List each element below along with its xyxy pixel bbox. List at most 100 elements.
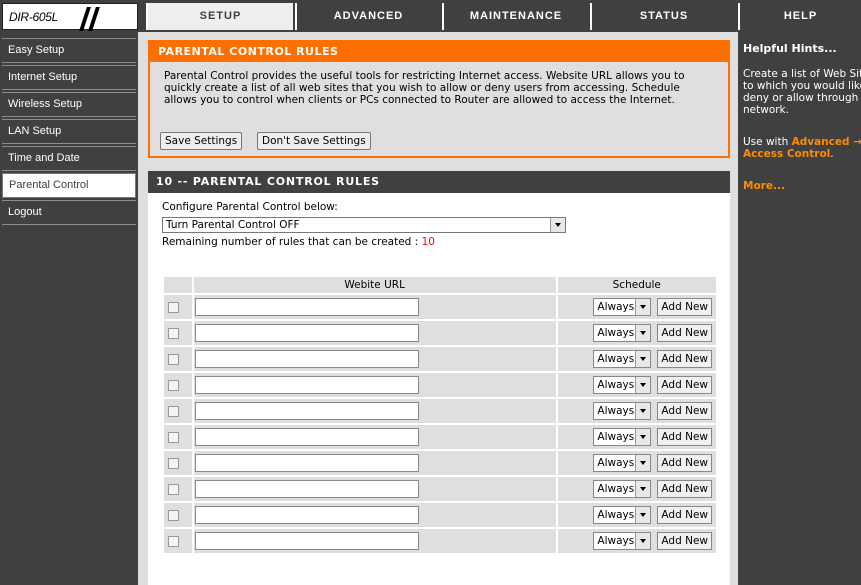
chevron-down-icon[interactable] (635, 507, 651, 523)
rule-enable-checkbox[interactable] (168, 405, 179, 417)
rule-checkbox-cell (164, 425, 192, 449)
table-header-checkbox (164, 277, 192, 293)
rule-enable-checkbox[interactable] (168, 535, 179, 547)
rule-checkbox-cell (164, 503, 192, 527)
tab-maintenance[interactable]: MAINTENANCE (442, 3, 588, 30)
schedule-select[interactable]: Always (593, 350, 652, 368)
chevron-down-icon[interactable] (635, 429, 651, 445)
rule-schedule-cell: Always Add New (557, 451, 716, 475)
add-new-schedule-button[interactable]: Add New (657, 402, 712, 420)
schedule-select[interactable]: Always (593, 454, 652, 472)
chevron-down-icon[interactable] (635, 377, 651, 393)
website-url-input[interactable] (194, 298, 419, 316)
table-row: Always Add New (164, 503, 716, 527)
rule-enable-checkbox[interactable] (168, 483, 179, 495)
rule-enable-checkbox[interactable] (168, 457, 179, 469)
schedule-value: Always (597, 483, 635, 495)
schedule-select[interactable]: Always (593, 532, 652, 550)
rule-enable-checkbox[interactable] (168, 379, 179, 391)
website-url-input[interactable] (194, 402, 419, 420)
website-url-input[interactable] (194, 480, 419, 498)
rule-schedule-cell: Always Add New (557, 347, 716, 371)
chevron-down-icon[interactable] (635, 299, 651, 315)
chevron-down-icon[interactable] (635, 455, 651, 471)
add-new-schedule-button[interactable]: Add New (657, 506, 712, 524)
add-new-schedule-button[interactable]: Add New (657, 350, 712, 368)
rule-url-cell (193, 425, 556, 449)
more-link[interactable]: More... (743, 180, 861, 192)
intro-description: Parental Control provides the useful too… (164, 70, 685, 106)
rule-schedule-cell: Always Add New (557, 399, 716, 423)
rule-url-cell (193, 373, 556, 397)
chevron-down-icon[interactable] (635, 325, 651, 341)
website-url-input[interactable] (194, 350, 419, 368)
rule-enable-checkbox[interactable] (168, 301, 179, 313)
tab-help[interactable]: HELP (738, 3, 861, 30)
intro-title: PARENTAL CONTROL RULES (150, 42, 728, 62)
schedule-select[interactable]: Always (593, 480, 652, 498)
rule-url-cell (193, 295, 556, 319)
sidebar-item-lan-setup[interactable]: LAN Setup (2, 119, 136, 144)
schedule-select[interactable]: Always (593, 506, 652, 524)
rule-enable-checkbox[interactable] (168, 353, 179, 365)
website-url-input[interactable] (194, 506, 419, 524)
rule-url-cell (193, 477, 556, 501)
rule-checkbox-cell (164, 373, 192, 397)
tab-status[interactable]: STATUS (590, 3, 736, 30)
save-settings-button[interactable]: Save Settings (160, 132, 243, 150)
add-new-schedule-button[interactable]: Add New (657, 480, 712, 498)
dont-save-settings-button[interactable]: Don't Save Settings (257, 132, 371, 150)
chevron-down-icon[interactable] (635, 351, 651, 367)
rule-checkbox-cell (164, 477, 192, 501)
rule-url-cell (193, 503, 556, 527)
rule-enable-checkbox[interactable] (168, 509, 179, 521)
schedule-select[interactable]: Always (593, 402, 652, 420)
add-new-schedule-button[interactable]: Add New (657, 298, 712, 316)
sidebar-item-internet-setup[interactable]: Internet Setup (2, 65, 136, 90)
website-url-input[interactable] (194, 454, 419, 472)
parental-control-mode-select[interactable]: Turn Parental Control OFF (162, 217, 566, 233)
helpful-hints-panel: Helpful Hints... Create a list of Web Si… (738, 32, 861, 585)
rule-schedule-cell: Always Add New (557, 477, 716, 501)
sidebar-item-easy-setup[interactable]: Easy Setup (2, 38, 136, 63)
remaining-rules: Remaining number of rules that can be cr… (162, 236, 435, 248)
schedule-select[interactable]: Always (593, 324, 652, 342)
sidebar-item-wireless-setup[interactable]: Wireless Setup (2, 92, 136, 117)
add-new-schedule-button[interactable]: Add New (657, 454, 712, 472)
website-url-input[interactable] (194, 532, 419, 550)
chevron-down-icon[interactable] (635, 481, 651, 497)
rule-enable-checkbox[interactable] (168, 431, 179, 443)
sidebar-item-time-and-date[interactable]: Time and Date (2, 146, 136, 171)
add-new-schedule-button[interactable]: Add New (657, 532, 712, 550)
add-new-schedule-button[interactable]: Add New (657, 428, 712, 446)
model-logo: DIR-605L (2, 3, 138, 31)
tab-setup[interactable]: SETUP (146, 3, 293, 30)
main-content: PARENTAL CONTROL RULES Parental Control … (138, 32, 738, 585)
chevron-down-icon[interactable] (550, 218, 565, 232)
schedule-value: Always (597, 509, 635, 521)
add-new-schedule-button[interactable]: Add New (657, 376, 712, 394)
schedule-select[interactable]: Always (593, 298, 652, 316)
schedule-select[interactable]: Always (593, 428, 652, 446)
rule-schedule-cell: Always Add New (557, 425, 716, 449)
schedule-value: Always (597, 327, 635, 339)
rules-panel: 10 -- PARENTAL CONTROL RULES Configure P… (148, 171, 730, 585)
tab-advanced[interactable]: ADVANCED (295, 3, 440, 30)
add-new-schedule-button[interactable]: Add New (657, 324, 712, 342)
rule-enable-checkbox[interactable] (168, 327, 179, 339)
chevron-down-icon[interactable] (635, 403, 651, 419)
table-header-schedule: Schedule (557, 277, 716, 293)
rule-url-cell (193, 451, 556, 475)
chevron-down-icon[interactable] (635, 533, 651, 549)
website-url-input[interactable] (194, 376, 419, 394)
hints-suffix: . (830, 148, 834, 160)
sidebar-item-logout[interactable]: Logout (2, 200, 136, 225)
hints-advanced-note: Use with Advanced → Access Control. (743, 136, 861, 160)
schedule-value: Always (597, 379, 635, 391)
schedule-value: Always (597, 405, 635, 417)
website-url-input[interactable] (194, 428, 419, 446)
sidebar-item-parental-control[interactable]: Parental Control (2, 173, 136, 198)
website-url-input[interactable] (194, 324, 419, 342)
schedule-select[interactable]: Always (593, 376, 652, 394)
rule-schedule-cell: Always Add New (557, 529, 716, 553)
